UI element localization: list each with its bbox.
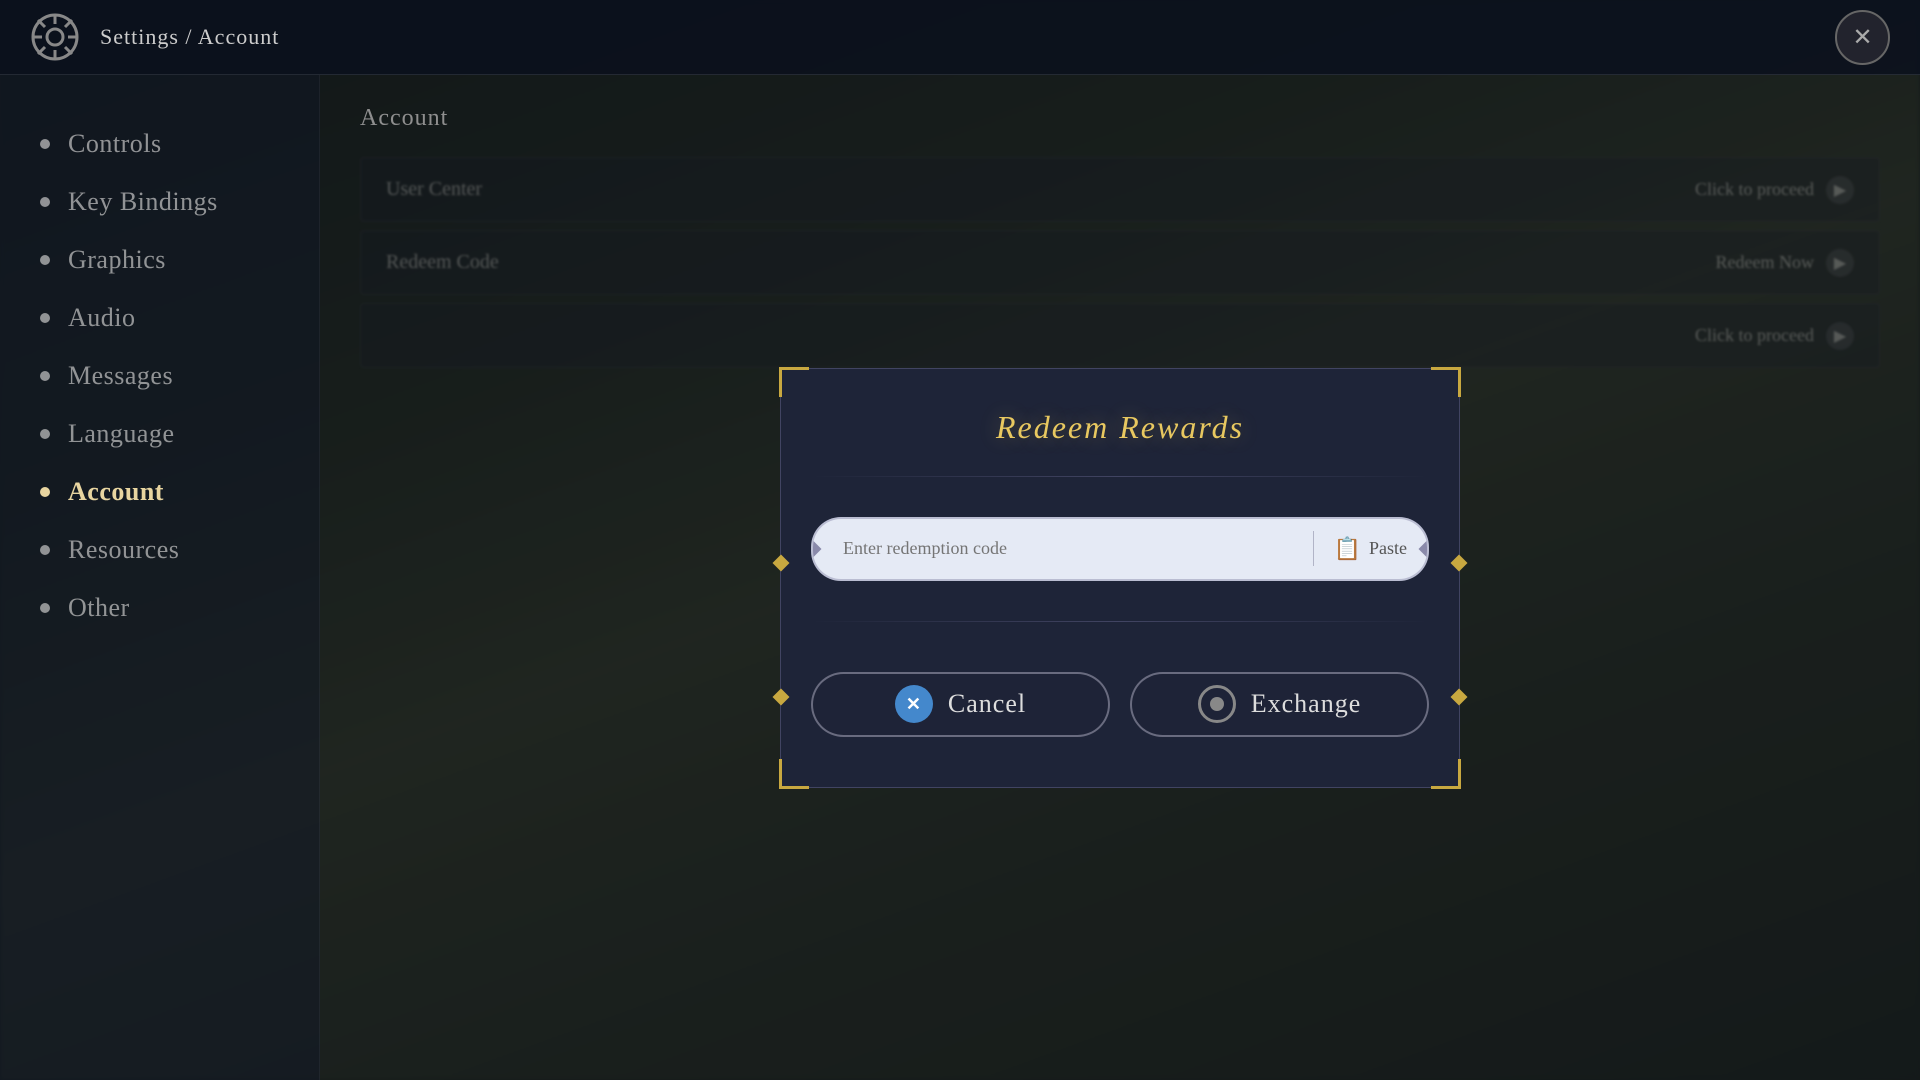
modal-title: Redeem Rewards — [781, 369, 1459, 476]
sidebar: Controls Key Bindings Graphics Audio Mes… — [0, 75, 320, 1080]
corner-decoration-br — [1431, 759, 1461, 789]
dot-icon — [40, 545, 50, 555]
sidebar-label-resources: Resources — [68, 535, 179, 565]
paste-label: Paste — [1369, 538, 1407, 559]
sidebar-label-language: Language — [68, 419, 175, 449]
modal-overlay: Redeem Rewards 📋 Paste — [320, 75, 1920, 1080]
sidebar-label-account: Account — [68, 477, 164, 507]
close-button[interactable]: ✕ — [1835, 10, 1890, 65]
cancel-icon: ✕ — [895, 685, 933, 723]
header-title: Settings / Account — [100, 24, 279, 50]
modal-dialog: Redeem Rewards 📋 Paste — [780, 368, 1460, 788]
modal-divider-bottom — [811, 621, 1429, 622]
exchange-icon — [1198, 685, 1236, 723]
sidebar-label-messages: Messages — [68, 361, 173, 391]
diamond-decoration — [773, 554, 790, 571]
cancel-button[interactable]: ✕ Cancel — [811, 672, 1110, 737]
dot-icon — [40, 371, 50, 381]
diamond-decoration — [1451, 554, 1468, 571]
exchange-label: Exchange — [1251, 689, 1362, 719]
sidebar-label-key-bindings: Key Bindings — [68, 187, 218, 217]
main-panel: Account User Center Click to proceed ▶ R… — [320, 75, 1920, 1080]
dot-icon — [40, 603, 50, 613]
sidebar-item-controls[interactable]: Controls — [30, 115, 289, 173]
paste-icon: 📋 — [1334, 536, 1361, 562]
corner-decoration-tr — [1431, 367, 1461, 397]
redemption-input-container: 📋 Paste — [811, 517, 1429, 581]
sidebar-item-messages[interactable]: Messages — [30, 347, 289, 405]
sidebar-item-audio[interactable]: Audio — [30, 289, 289, 347]
modal-button-row: ✕ Cancel Exchange — [781, 672, 1459, 737]
settings-container: Settings / Account ✕ Controls Key Bindin… — [0, 0, 1920, 1080]
header: Settings / Account ✕ — [0, 0, 1920, 75]
dot-icon — [40, 255, 50, 265]
exchange-icon-inner — [1210, 697, 1224, 711]
sidebar-item-resources[interactable]: Resources — [30, 521, 289, 579]
sidebar-item-language[interactable]: Language — [30, 405, 289, 463]
settings-icon — [30, 12, 80, 62]
corner-decoration-tl — [779, 367, 809, 397]
exchange-button[interactable]: Exchange — [1130, 672, 1429, 737]
dot-icon — [40, 197, 50, 207]
modal-divider-top — [811, 476, 1429, 477]
sidebar-label-graphics: Graphics — [68, 245, 166, 275]
sidebar-label-other: Other — [68, 593, 130, 623]
sidebar-label-audio: Audio — [68, 303, 136, 333]
sidebar-item-other[interactable]: Other — [30, 579, 289, 637]
redemption-code-input[interactable] — [813, 519, 1313, 579]
sidebar-item-key-bindings[interactable]: Key Bindings — [30, 173, 289, 231]
paste-button[interactable]: 📋 Paste — [1314, 519, 1427, 579]
dot-icon — [40, 139, 50, 149]
dot-icon — [40, 313, 50, 323]
sidebar-item-account[interactable]: Account — [30, 463, 289, 521]
sidebar-item-graphics[interactable]: Graphics — [30, 231, 289, 289]
dot-icon — [40, 429, 50, 439]
sidebar-label-controls: Controls — [68, 129, 162, 159]
cancel-label: Cancel — [948, 689, 1026, 719]
content-area: Controls Key Bindings Graphics Audio Mes… — [0, 75, 1920, 1080]
corner-decoration-bl — [779, 759, 809, 789]
dot-icon — [40, 487, 50, 497]
